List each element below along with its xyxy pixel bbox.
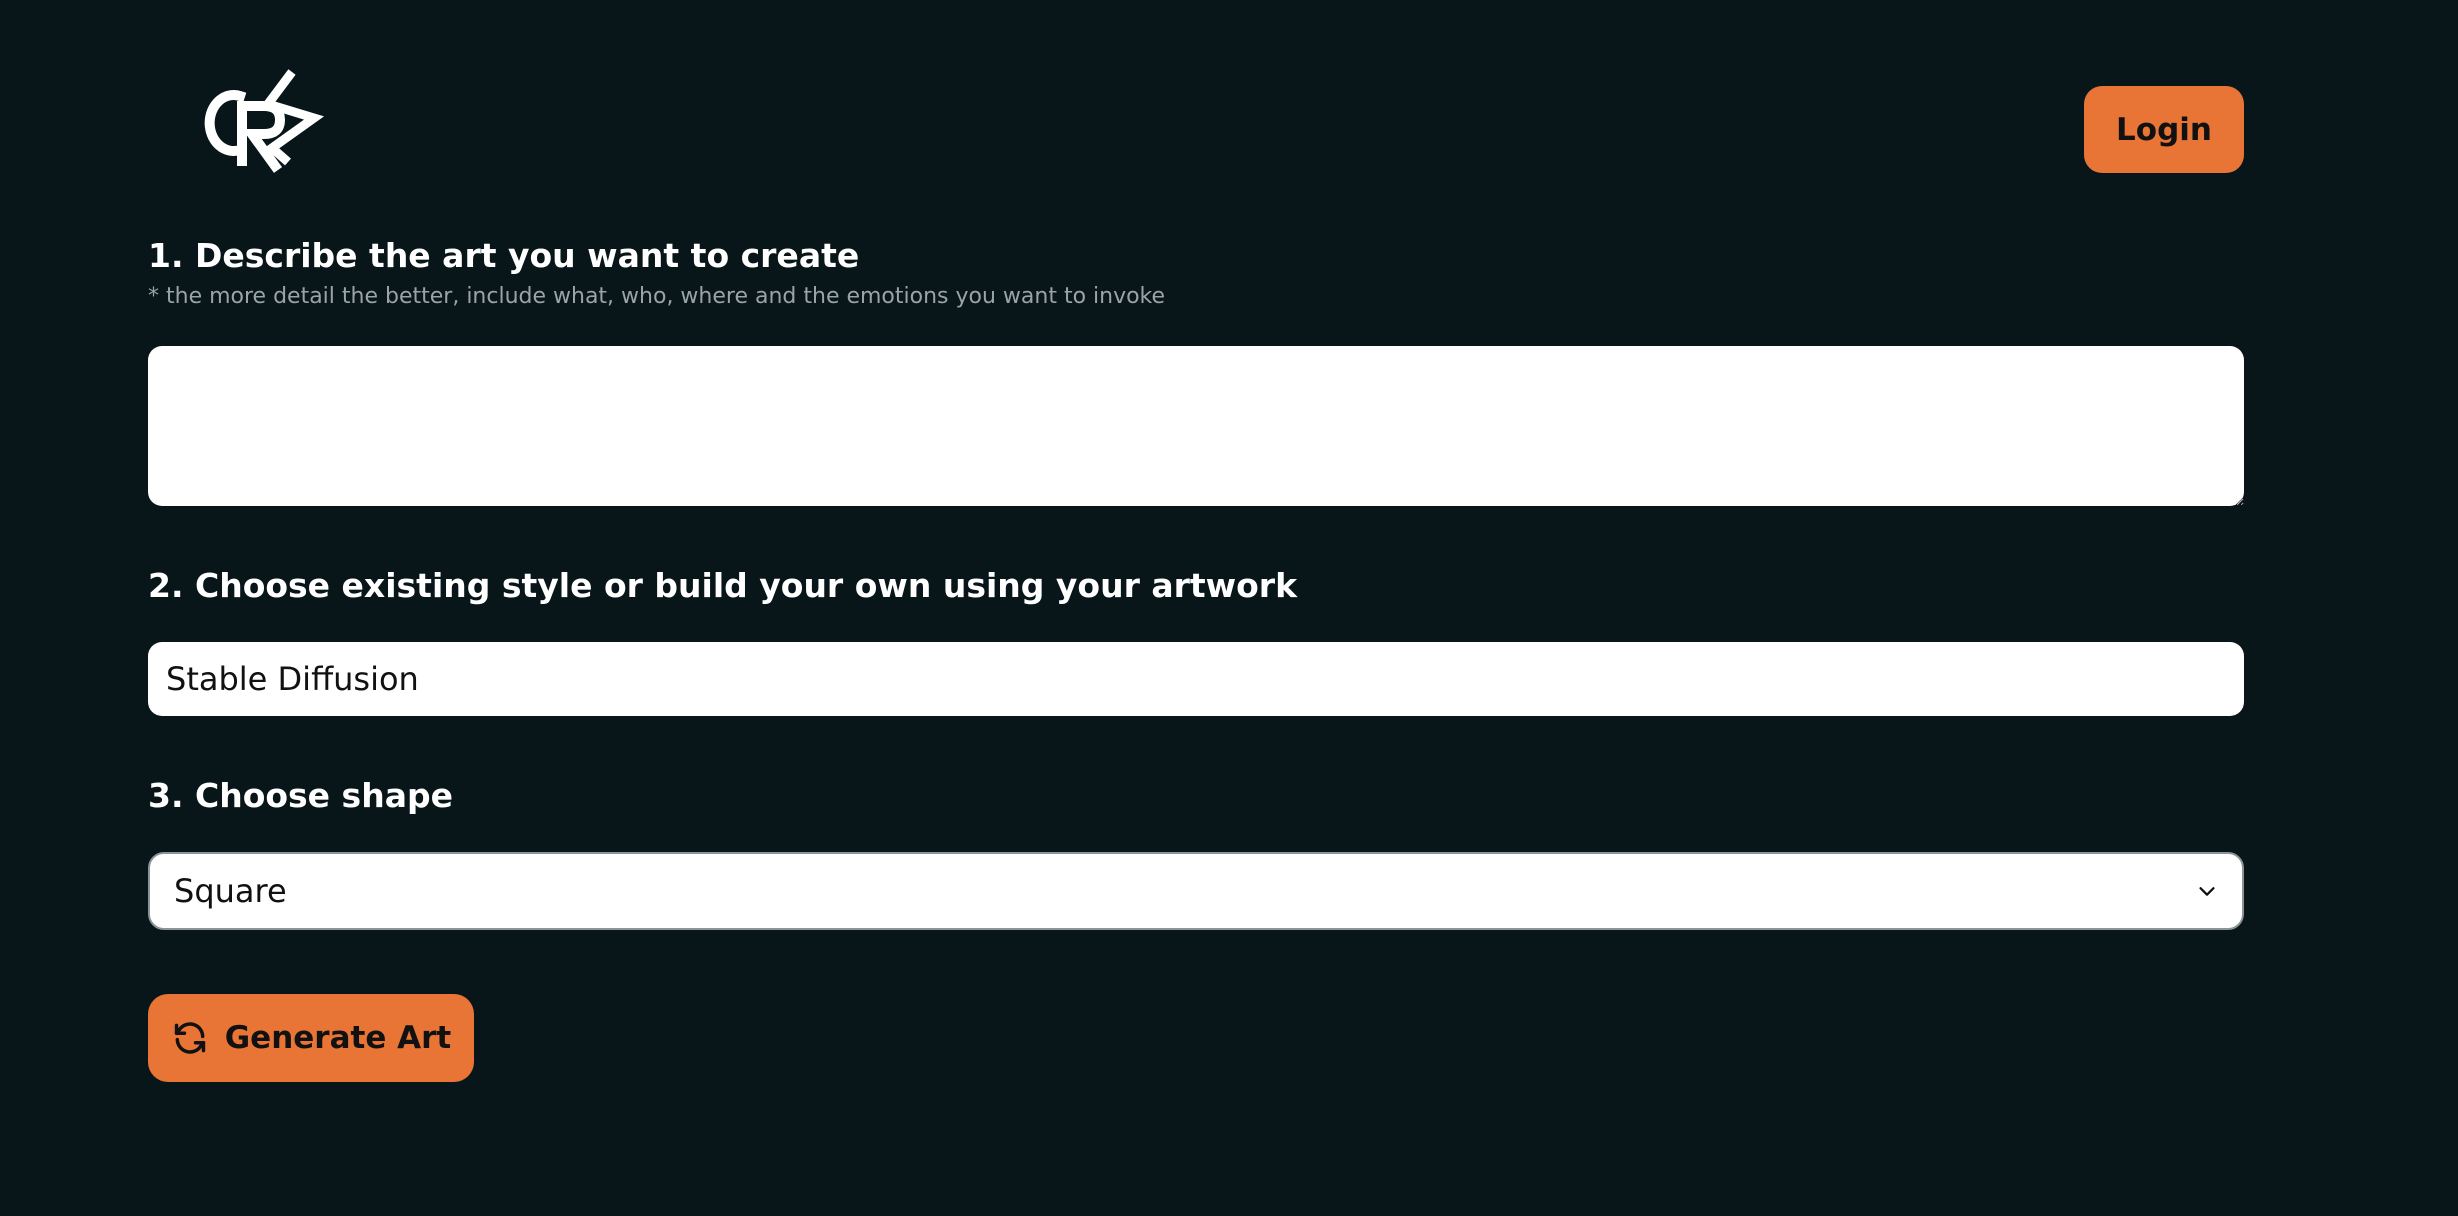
login-button[interactable]: Login (2084, 86, 2244, 173)
step2-title: 2. Choose existing style or build your o… (148, 566, 1298, 605)
step1-hint: * the more detail the better, include wh… (148, 284, 1166, 309)
step1-title: 1. Describe the art you want to create (148, 236, 860, 275)
logo-icon[interactable] (180, 66, 330, 186)
shape-select[interactable]: Square (148, 852, 2244, 930)
shape-selected-value: Square (174, 872, 287, 910)
style-input[interactable] (148, 642, 2244, 716)
generate-art-label: Generate Art (224, 1020, 452, 1056)
generate-art-button[interactable]: Generate Art (148, 994, 474, 1082)
step3-title: 3. Choose shape (148, 776, 453, 815)
refresh-icon (174, 1022, 205, 1054)
page: Login 1. Describe the art you want to cr… (0, 0, 2458, 1216)
chevron-down-icon (2199, 887, 2215, 896)
art-description-input[interactable] (148, 346, 2244, 506)
